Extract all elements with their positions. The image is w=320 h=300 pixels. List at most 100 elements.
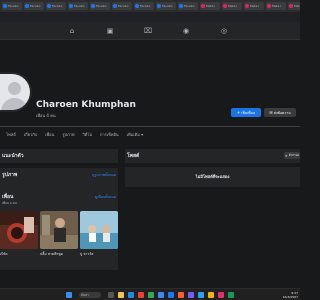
tab-label: Facebo [140,4,151,8]
friend-photo[interactable] [80,211,118,249]
message-button[interactable]: ✉ ส่งข้อความ [264,108,296,117]
windows-start-icon[interactable] [66,292,72,298]
add-person-icon: + [236,110,241,115]
header-divider [0,126,300,127]
friend-name[interactable]: ปู จ่าวรัส [80,251,118,257]
tab-label: Meta l [294,4,300,8]
app-icon[interactable] [228,292,234,298]
home-icon[interactable]: ⌂ [68,27,76,35]
tab-label: Facebo [96,4,107,8]
tab-favicon-icon [201,4,205,8]
tab-favicon-icon [135,4,139,8]
app-icon[interactable] [218,292,224,298]
app-icon[interactable] [148,292,154,298]
posts-title: โพสต์ [127,153,140,159]
tab-label: Meta l [272,4,282,8]
tab-label: Facebo [30,4,41,8]
browser-tab[interactable]: Facebo [156,2,176,10]
browser-tab[interactable]: Facebo [46,2,66,10]
tab-favicon-icon [69,4,73,8]
profile-name: Charoen Khumphan [36,100,136,110]
posts-card: ไม่มีโพสต์ที่จะแสดง [125,167,300,187]
browser-tab[interactable]: Meta l [244,2,264,10]
tab-favicon-icon [3,4,7,8]
tab-label: Facebo [8,4,19,8]
see-all-photos-link[interactable]: ดูรูปภาพทั้งหมด [92,172,116,178]
tab-checkins[interactable]: การเช็คอิน [100,131,119,139]
friends-count: เพื่อน 4 คน [2,201,17,205]
friend-name[interactable]: ปลื้ม สายฟ้าพูด [40,251,78,257]
gaming-icon[interactable]: ◎ [220,27,228,35]
windows-taskbar: ค้นหา 9:37 16/3/2567 [0,288,300,300]
friend-name[interactable]: เบิร์ด [0,251,38,257]
add-friend-button[interactable]: + เพิ่มเพื่อน [231,108,261,117]
photos-title: รูปภาพ [2,172,18,178]
browser-tab[interactable]: Facebo [112,2,132,10]
browser-tab[interactable]: Facebo [90,2,110,10]
edge-icon[interactable] [128,292,134,298]
tab-favicon-icon [179,4,183,8]
file-explorer-icon[interactable] [118,292,124,298]
taskbar-search-input[interactable]: ค้นหา [79,292,101,298]
profile-header [0,40,300,145]
tab-label: Facebo [184,4,195,8]
see-all-friends-link[interactable]: ดูเพื่อนทั้งหมด [95,194,116,200]
browser-tab[interactable]: Facebo [68,2,88,10]
tab-friends[interactable]: เพื่อน [45,131,54,139]
profile-avatar[interactable] [0,72,32,112]
browser-tab[interactable]: Facebo [24,2,44,10]
tab-label: Facebo [74,4,85,8]
friends-card: เพื่อน ดูเพื่อนทั้งหมด เพื่อน 4 คน เบิร์… [0,190,118,270]
posts-header-card: โพสต์ ⚟ ตัวกรอง [125,149,300,163]
tab-videos[interactable]: วิดีโอ [83,131,92,139]
profile-tabs: โพสต์ เกี่ยวกับ เพื่อน รูปภาพ วิดีโอ การ… [6,131,143,139]
intro-title: แนะนำตัว [2,153,24,159]
tab-favicon-icon [47,4,51,8]
tab-label: Meta l [206,4,216,8]
tab-photos[interactable]: รูปภาพ [62,131,74,139]
messenger-icon: ✉ [269,110,273,115]
browser-address-bar[interactable] [0,12,300,22]
filter-button[interactable]: ⚟ ตัวกรอง [284,152,300,159]
browser-tab[interactable]: Facebo [178,2,198,10]
tab-favicon-icon [113,4,117,8]
browser-tab[interactable]: Meta l [288,2,300,10]
tab-favicon-icon [91,4,95,8]
no-posts-message: ไม่มีโพสต์ที่จะแสดง [195,174,230,179]
tab-favicon-icon [245,4,249,8]
taskbar-clock[interactable]: 9:37 16/3/2567 [283,291,298,299]
groups-icon[interactable]: ◉ [182,27,190,35]
browser-tab[interactable]: Facebo [134,2,154,10]
browser-tab[interactable]: Facebo [2,2,22,10]
tab-favicon-icon [157,4,161,8]
app-icon[interactable] [188,292,194,298]
app-icon[interactable] [208,292,214,298]
facebook-top-nav: ⌂ ▣ ⌧ ◉ ◎ [0,22,300,40]
tab-label: Meta l [250,4,260,8]
filter-icon: ⚟ [284,153,288,158]
friend-photo[interactable] [0,211,38,249]
app-icon[interactable] [198,292,204,298]
app-icon[interactable] [138,292,144,298]
browser-tab-strip: Facebo Facebo Facebo Facebo Facebo Facebo Face… [0,0,300,12]
tab-favicon-icon [223,4,227,8]
video-icon[interactable]: ▣ [106,27,114,35]
browser-tab[interactable]: Meta l [222,2,242,10]
chrome-icon[interactable] [158,292,164,298]
tab-label: Facebo [52,4,63,8]
tab-favicon-icon [267,4,271,8]
tab-more[interactable]: เพิ่มเติม ▾ [127,131,144,139]
marketplace-icon[interactable]: ⌧ [144,27,152,35]
tab-favicon-icon [289,4,293,8]
facebook-icon[interactable] [168,292,174,298]
tab-label: Facebo [162,4,173,8]
app-icon[interactable] [178,292,184,298]
browser-tab[interactable]: Meta l [266,2,286,10]
browser-tab[interactable]: Meta l [200,2,220,10]
friend-photo[interactable] [40,211,78,249]
profile-friends-count[interactable]: เพื่อน 4 คน [36,112,56,119]
task-view-icon[interactable] [108,292,114,298]
tab-posts[interactable]: โพสต์ [6,131,16,139]
tab-about[interactable]: เกี่ยวกับ [24,131,37,139]
intro-card: แนะนำตัว [0,149,118,163]
